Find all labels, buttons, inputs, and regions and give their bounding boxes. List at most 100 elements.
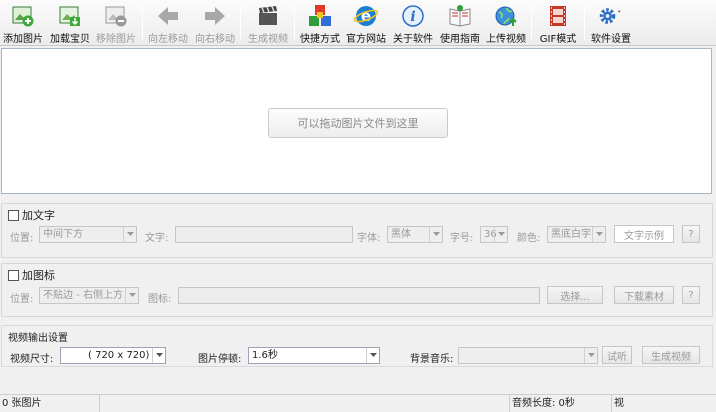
svg-text:e: e [361,7,371,25]
add-icon-checkbox[interactable] [8,269,19,281]
chevron-down-icon [584,348,597,363]
text-content-input[interactable] [175,226,353,243]
add-image-icon [10,3,36,28]
font-value: 黑体 [391,229,411,240]
arrow-left-icon [155,3,181,28]
preview-music-button[interactable]: 试听 [602,346,632,364]
official-site-button[interactable]: e 官方网站 [345,3,387,45]
text-color-value: 黑底白字 [551,229,591,240]
image-pause-value: 1.6秒 [252,350,278,361]
chevron-down-icon [125,288,138,303]
toolbar-separator [294,6,295,40]
settings-label: 软件设置 [591,34,631,45]
icon-position-label: 位置: [10,294,34,305]
move-left-button[interactable]: 向左移动 [147,3,189,45]
info-icon: i [400,3,426,28]
background-music-label: 背景音乐: [410,354,454,365]
gif-mode-label: GIF模式 [539,34,577,45]
icon-file-input[interactable] [178,287,540,304]
choose-icon-button[interactable]: 选择... [547,286,603,304]
official-site-label: 官方网站 [346,34,386,45]
icon-file-label: 图标: [148,294,172,305]
add-icon-title: 加图标 [22,269,55,282]
text-position-label: 位置: [10,233,34,244]
generate-video-button[interactable]: 生成视频 [246,3,290,45]
video-size-select[interactable]: ( 720 x 720) [60,347,166,364]
add-icon-toggle[interactable]: 加图标 [8,267,55,283]
drop-hint-button[interactable]: 可以拖动图片文件到这里 [268,108,448,138]
move-right-button[interactable]: 向右移动 [194,3,236,45]
settings-button[interactable]: 软件设置 [589,3,633,45]
shortcut-button[interactable]: 快捷方式 [299,3,341,45]
film-strip-icon [545,3,571,28]
text-color-label: 颜色: [517,233,541,244]
font-label: 字体: [357,233,381,244]
image-pause-label: 图片停顿: [198,354,242,365]
shortcut-label: 快捷方式 [300,34,340,45]
add-text-panel: 加文字 位置: 中间下方 文字: 字体: 黑体 字号: 36 颜色: 黑底白字 … [1,203,713,258]
add-text-toggle[interactable]: 加文字 [8,207,55,223]
gif-mode-button[interactable]: GIF模式 [536,3,580,45]
remove-image-label: 移除图片 [96,34,136,45]
video-output-title: 视频输出设置 [8,333,68,344]
about-button[interactable]: i 关于软件 [392,3,434,45]
toolbar-separator [142,6,143,40]
chevron-down-icon [494,227,507,242]
upload-video-button[interactable]: 上传视频 [486,3,526,45]
audio-length-status: 音频长度: 0秒 [510,395,612,412]
load-treasure-button[interactable]: 加载宝贝 [50,3,90,45]
background-music-select[interactable] [458,347,598,364]
cubes-icon [307,3,333,28]
generate-video-output-button[interactable]: 生成视频 [642,346,700,364]
video-size-value: ( 720 x 720) [88,350,150,361]
add-image-button[interactable]: 添加图片 [3,3,43,45]
load-treasure-icon [57,3,83,28]
font-select[interactable]: 黑体 [387,226,443,243]
image-drop-zone[interactable]: 可以拖动图片文件到这里 [1,48,712,194]
remove-image-button[interactable]: 移除图片 [96,3,136,45]
video-size-label: 视频尺寸: [10,354,54,365]
add-text-title: 加文字 [22,209,55,222]
text-sample-button[interactable]: 文字示例 [614,225,674,243]
guide-label: 使用指南 [440,34,480,45]
toolbar-separator [584,6,585,40]
upload-globe-icon [493,3,519,28]
chevron-down-icon [123,227,136,242]
icon-help-button[interactable]: ? [682,286,700,304]
move-right-label: 向右移动 [195,34,235,45]
chevron-down-icon [152,348,165,363]
icon-position-select[interactable]: 不贴边 - 右侧上方 [39,287,139,304]
image-pause-select[interactable]: 1.6秒 [248,347,380,364]
upload-video-label: 上传视频 [486,34,526,45]
generate-video-label: 生成视频 [248,34,288,45]
svg-text:i: i [410,9,415,25]
guide-button[interactable]: 使用指南 [438,3,482,45]
text-position-select[interactable]: 中间下方 [39,226,137,243]
chevron-down-icon [429,227,442,242]
text-content-label: 文字: [145,233,169,244]
arrow-right-icon [202,3,228,28]
remove-image-icon [103,3,129,28]
chevron-down-icon [366,348,379,363]
font-size-select[interactable]: 36 [480,226,508,243]
toolbar-separator [531,6,532,40]
video-length-status: 视 [614,398,624,409]
add-text-checkbox[interactable] [8,209,19,221]
gear-icon [598,3,624,28]
toolbar-separator [240,6,241,40]
text-color-select[interactable]: 黑底白字 [547,226,606,243]
move-left-label: 向左移动 [148,34,188,45]
status-bar: 0 张图片 音频长度: 0秒 视 [0,394,716,412]
load-treasure-label: 加载宝贝 [50,34,90,45]
add-icon-panel: 加图标 位置: 不贴边 - 右侧上方 图标: 选择... 下载素材 ? [1,263,713,317]
text-position-value: 中间下方 [43,229,83,240]
video-output-panel: 视频输出设置 视频尺寸: ( 720 x 720) 图片停顿: 1.6秒 背景音… [1,325,713,367]
image-count-status: 0 张图片 [0,395,100,412]
text-help-button[interactable]: ? [682,225,700,243]
chevron-down-icon [592,227,605,242]
about-label: 关于软件 [393,34,433,45]
browser-e-icon: e [353,3,379,28]
toolbar: 添加图片 加载宝贝 移除图片 向左移动 向右移动 生成视频 快捷方式 e 官方网… [0,0,716,46]
status-spacer [100,395,510,412]
download-material-button[interactable]: 下载素材 [614,286,674,304]
